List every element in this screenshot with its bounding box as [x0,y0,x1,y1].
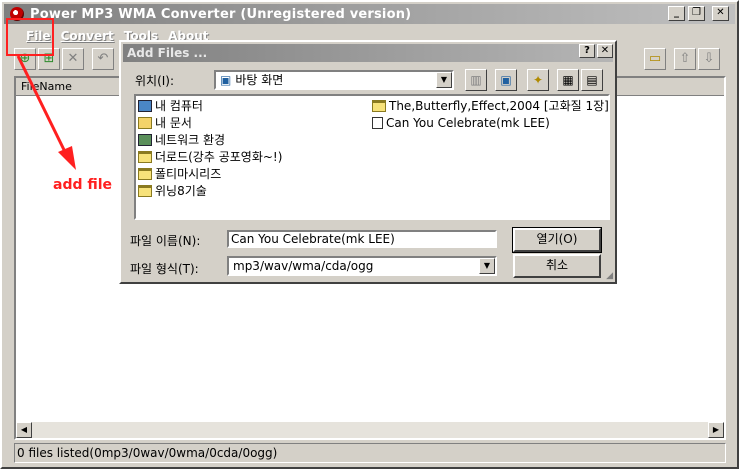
folder-icon [138,185,152,197]
scroll-left-icon[interactable]: ◀ [16,422,32,438]
move-down-icon[interactable]: ⇩ [698,48,720,70]
list-item[interactable]: 네트워크 환경 [138,132,225,148]
chevron-down-icon[interactable]: ▼ [479,258,495,274]
help-button[interactable]: ? [579,44,595,58]
documents-icon [138,117,152,129]
filetype-label: 파일 형식(T): [130,262,199,276]
dialog-title: Add Files ... [123,44,613,62]
new-folder-icon[interactable]: ✦ [527,69,549,91]
minimize-button[interactable]: _ [668,6,685,21]
restore-button[interactable]: ❐ [688,6,705,21]
list-item[interactable]: 내 문서 [138,115,192,131]
status-bar: 0 files listed(0mp3/0wav/0wma/0cda/0ogg) [14,443,726,463]
folder-icon [138,168,152,180]
close-button[interactable]: ✕ [712,6,729,21]
list-item[interactable]: 내 컴퓨터 [138,98,203,114]
filetype-combo[interactable]: mp3/wav/wma/cda/ogg ▼ [227,256,497,276]
remove-icon[interactable]: ✕ [62,48,84,70]
details-view-icon[interactable]: ▤ [581,69,603,91]
scroll-right-icon[interactable]: ▶ [708,422,724,438]
annotation-box [6,18,54,56]
desktop-shortcut-icon[interactable]: ▣ [495,69,517,91]
horizontal-scrollbar[interactable]: ◀ ▶ [16,422,724,438]
chevron-down-icon[interactable]: ▼ [436,72,452,88]
undo-icon[interactable]: ↶ [92,48,114,70]
list-view-icon[interactable]: ▦ [557,69,579,91]
computer-icon [138,100,152,112]
folder-icon[interactable]: ▭ [644,48,666,70]
annotation-text: add file [53,177,113,193]
folder-icon [138,151,152,163]
location-combo[interactable]: ▣ 바탕 화면 ▼ [214,70,454,90]
cancel-button[interactable]: 취소 [513,254,601,278]
file-browser[interactable]: 내 컴퓨터 내 문서 네트워크 환경 더로드(강추 공포영화~!) 폴티마시리즈… [134,94,610,220]
filename-label: 파일 이름(N): [130,234,201,248]
list-item[interactable]: Can You Celebrate(mk LEE) [372,115,550,131]
resize-grip-icon[interactable]: ◢ [606,271,613,281]
filetype-value: mp3/wav/wma/cda/ogg [233,259,374,273]
network-icon [138,134,152,146]
list-item[interactable]: 더로드(강추 공포영화~!) [138,149,282,165]
location-value: 바탕 화면 [235,73,284,87]
move-up-icon[interactable]: ⇧ [674,48,696,70]
window-title: Power MP3 WMA Converter (Unregistered ve… [30,6,412,22]
dialog-close-button[interactable]: ✕ [597,44,613,58]
menu-convert[interactable]: Convert [61,29,114,43]
list-item[interactable]: The,Butterfly,Effect,2004 [고화질 1장] [372,98,609,114]
filename-field[interactable]: Can You Celebrate(mk LEE) [227,230,497,248]
open-button[interactable]: 열기(O) [512,227,602,253]
add-files-dialog: Add Files ... ? ✕ 위치(I): ▣ 바탕 화면 ▼ ▥ ▣ ✦ … [119,40,617,284]
audio-file-icon [372,117,383,129]
desktop-icon: ▣ [220,73,232,87]
up-folder-icon[interactable]: ▥ [465,69,487,91]
location-label: 위치(I): [135,74,175,88]
folder-icon [372,100,386,112]
title-bar: Power MP3 WMA Converter (Unregistered ve… [4,4,735,24]
list-item[interactable]: 폴티마시리즈 [138,166,221,182]
list-item[interactable]: 위닝8기술 [138,183,207,199]
